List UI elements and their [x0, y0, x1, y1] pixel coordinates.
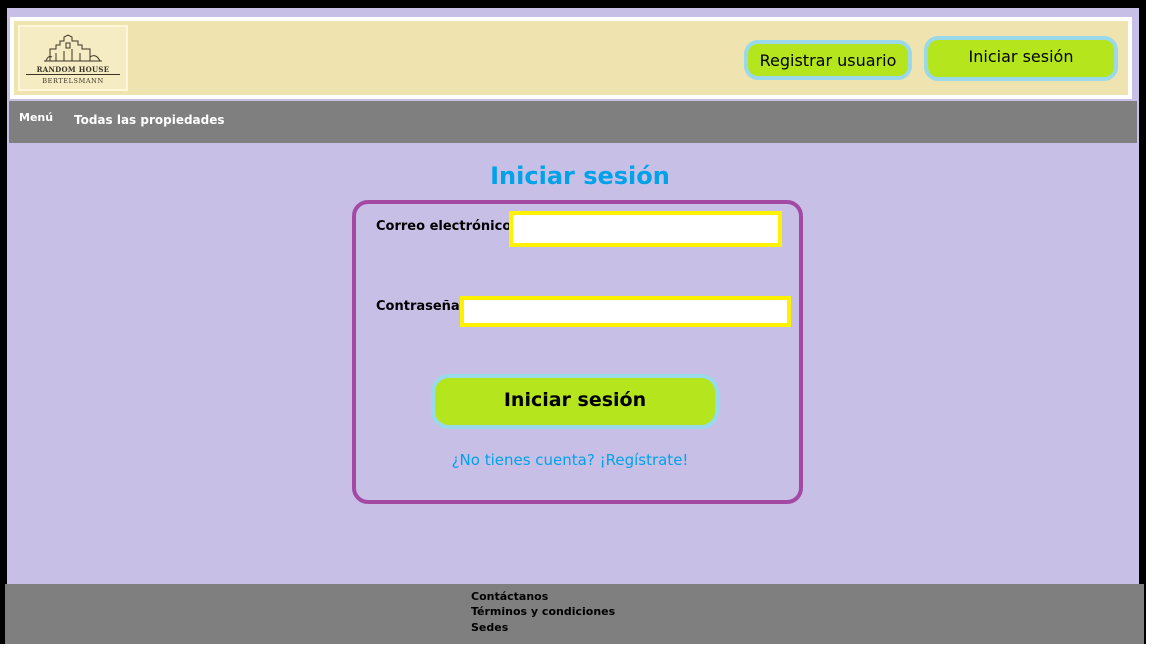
nav-all-properties-link[interactable]: Todas las propiedades — [74, 113, 225, 127]
footer: Contáctanos Términos y condiciones Sedes — [5, 584, 1144, 644]
logo-divider — [26, 74, 120, 75]
footer-link-locations[interactable]: Sedes — [471, 621, 508, 634]
nav-bar: Menú Todas las propiedades — [9, 101, 1137, 143]
email-field[interactable] — [509, 211, 782, 247]
castle-logo-icon — [44, 34, 102, 62]
page-title: Iniciar sesión — [490, 162, 670, 190]
register-user-button[interactable]: Registrar usuario — [744, 40, 912, 80]
footer-link-terms[interactable]: Términos y condiciones — [471, 605, 615, 618]
register-link[interactable]: ¿No tienes cuenta? ¡Regístrate! — [420, 451, 720, 469]
brand-logo[interactable]: RANDOM HOUSE BERTELSMANN — [18, 25, 128, 91]
password-label: Contraseña: — [376, 299, 465, 314]
nav-menu-link[interactable]: Menú — [19, 111, 53, 124]
email-label: Correo electrónico: — [376, 219, 517, 234]
login-submit-button[interactable]: Iniciar sesión — [431, 374, 719, 429]
logo-line-1: RANDOM HOUSE — [36, 65, 110, 74]
login-button-header[interactable]: Iniciar sesión — [924, 36, 1118, 81]
logo-line-2: BERTELSMANN — [42, 77, 104, 85]
footer-link-contact[interactable]: Contáctanos — [471, 590, 548, 603]
password-field[interactable] — [460, 296, 791, 327]
